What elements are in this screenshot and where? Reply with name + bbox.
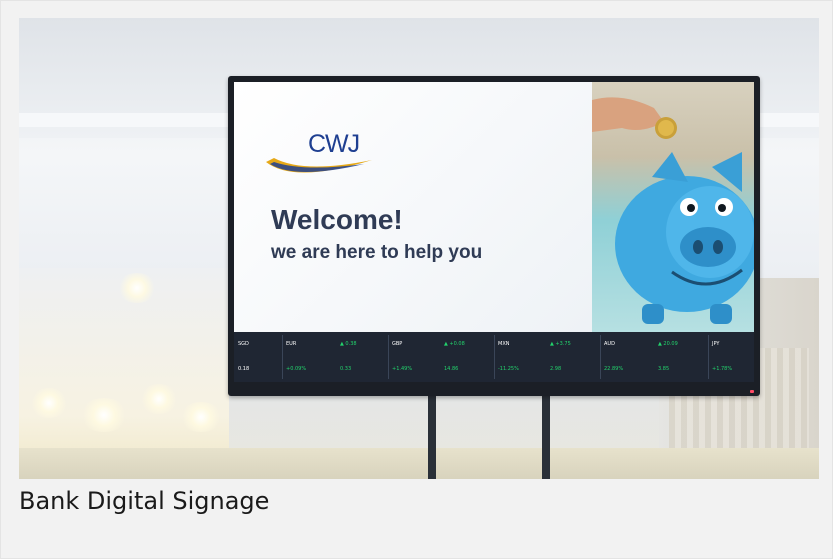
logo-swoosh-icon (266, 158, 372, 173)
caption: Bank Digital Signage (19, 487, 270, 515)
piggy-bank-icon (592, 97, 754, 324)
ticker-mxn-value: 2.98 (550, 366, 562, 372)
ceiling-light (79, 398, 129, 432)
ticker-mxn-change: ▲ +3.75 (550, 341, 571, 347)
ticker-aud-percent: 22.89% (604, 366, 624, 372)
ticker-divider (600, 335, 601, 379)
ticker-aud-code: AUD (604, 341, 615, 347)
ticker-divider (708, 335, 709, 379)
ticker-mxn-percent: -11.25% (498, 366, 519, 372)
ceiling-light (117, 273, 157, 303)
ticker-gbp-change: ▲ +0.08 (444, 341, 465, 347)
ticker-eur-percent: +0.09% (286, 366, 307, 372)
stand-pole-right (542, 396, 550, 479)
welcome-panel: CWJ Welcome! we are here to help you (234, 82, 592, 332)
ticker-aud-change: ▲ 20.09 (658, 341, 678, 347)
welcome-heading: Welcome! (271, 204, 403, 235)
ticker-eur-code: EUR (286, 341, 297, 347)
ticker-eur-value: 0.33 (340, 366, 352, 372)
ticker-mxn-code: MXN (498, 341, 510, 347)
tv-screen: CWJ Welcome! we are here to help you SGD… (234, 82, 754, 382)
ceiling-light (29, 388, 69, 418)
ticker-divider (388, 335, 389, 379)
ticker-divider (282, 335, 283, 379)
ticker-aud-value: 3.85 (658, 366, 670, 372)
stand-pole-left (428, 396, 436, 479)
ticker-divider (494, 335, 495, 379)
currency-ticker: SGD EUR ▲ 0.38 GBP ▲ +0.08 MXN ▲ +3.75 A… (234, 332, 754, 382)
ceiling-light (139, 384, 179, 414)
ceiling-light (179, 402, 223, 432)
ticker-gbp-percent: +1.49% (392, 366, 413, 372)
signage-card: CWJ Welcome! we are here to help you SGD… (0, 0, 833, 559)
floor (19, 448, 819, 479)
tv-display: CWJ Welcome! we are here to help you SGD… (228, 76, 760, 396)
ticker-gbp-code: GBP (392, 341, 403, 347)
ticker-sgd-value: 0.18 (238, 366, 250, 372)
ticker-jpy-code: JPY (712, 341, 720, 347)
ticker-jpy-percent: +1.78% (712, 366, 733, 372)
tv-power-led (750, 390, 754, 393)
welcome-tagline: we are here to help you (271, 242, 483, 263)
ticker-gbp-value: 14.86 (444, 366, 459, 372)
bank-logo: CWJ (264, 130, 384, 180)
piggy-bank-image (592, 82, 754, 332)
signage-photo: CWJ Welcome! we are here to help you SGD… (19, 18, 819, 479)
logo-text: CWJ (308, 130, 360, 158)
ticker-sgd-code: SGD (238, 341, 249, 347)
ticker-eur-change: ▲ 0.38 (340, 341, 357, 347)
